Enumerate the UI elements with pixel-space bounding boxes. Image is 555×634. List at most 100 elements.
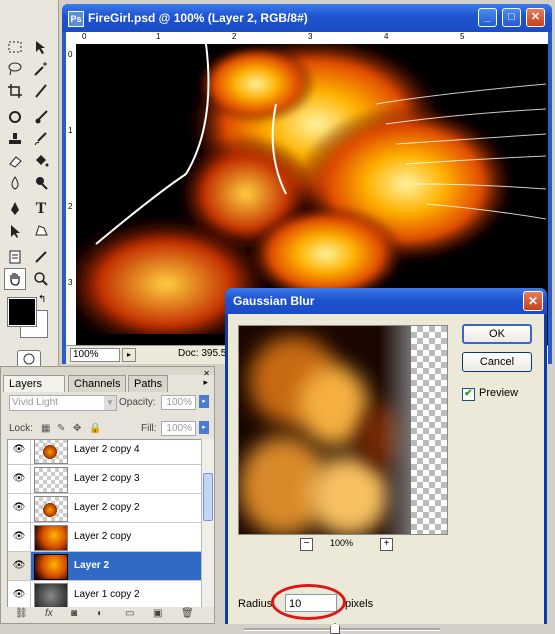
tab-channels[interactable]: Channels xyxy=(68,375,127,392)
maximize-button[interactable]: □ xyxy=(502,8,521,27)
path-selection-icon[interactable] xyxy=(4,220,26,242)
layers-panel: ✕ Layers Channels Paths ▸ Vivid Light ▼ … xyxy=(0,366,215,624)
zoom-level-field[interactable]: 100% xyxy=(70,348,120,362)
ruler-h-label: 5 xyxy=(460,32,465,41)
zoom-tool-icon[interactable] xyxy=(30,268,52,290)
layers-scrollbar[interactable] xyxy=(201,439,214,607)
trash-icon[interactable]: 🗑 xyxy=(181,608,194,619)
eye-icon[interactable]: 👁 xyxy=(11,531,27,543)
fill-slider-button[interactable]: ▸ xyxy=(199,421,209,434)
opacity-slider-button[interactable]: ▸ xyxy=(199,395,209,408)
tab-layers[interactable]: Layers xyxy=(3,375,65,392)
close-document-button[interactable]: ✕ xyxy=(526,8,545,27)
visibility-cell[interactable]: 👁 xyxy=(8,581,31,608)
lock-position-icon[interactable]: ✥ xyxy=(73,423,81,434)
cancel-button[interactable]: Cancel xyxy=(462,352,532,372)
eye-icon[interactable]: 👁 xyxy=(11,502,27,514)
status-menu-icon[interactable]: ▸ xyxy=(122,348,136,362)
hand-tool-icon[interactable] xyxy=(4,268,26,290)
blend-mode-select[interactable]: Vivid Light ▼ xyxy=(9,395,117,411)
visibility-cell[interactable]: 👁 xyxy=(8,523,31,551)
add-mask-icon[interactable]: ◙ xyxy=(71,608,77,619)
ruler-h-label: 2 xyxy=(232,32,237,41)
layer-row-selected[interactable]: 👁 Layer 2 xyxy=(8,552,202,581)
visibility-cell[interactable]: 👁 xyxy=(8,440,31,464)
dialog-titlebar[interactable]: Gaussian Blur ✕ xyxy=(225,288,547,314)
eyedropper-icon[interactable] xyxy=(30,246,52,268)
visibility-cell[interactable]: 👁 xyxy=(8,465,31,493)
lock-image-icon[interactable]: ✎ xyxy=(57,423,65,434)
adjustment-layer-icon[interactable]: ◐ xyxy=(97,608,103,619)
ok-button[interactable]: OK xyxy=(462,324,532,344)
type-tool-icon[interactable]: T xyxy=(30,198,52,220)
move-tool-icon[interactable] xyxy=(30,36,52,58)
custom-shape-icon[interactable] xyxy=(30,220,52,242)
visibility-cell[interactable]: 👁 xyxy=(8,494,31,522)
layer-row[interactable]: 👁 Layer 2 copy 4 xyxy=(8,440,202,465)
document-titlebar[interactable]: Ps FireGirl.psd @ 100% (Layer 2, RGB/8#)… xyxy=(62,4,552,32)
layer-style-icon[interactable]: fx xyxy=(45,608,53,619)
blur-tool-icon[interactable] xyxy=(4,172,26,194)
healing-brush-icon[interactable] xyxy=(4,106,26,128)
layer-thumbnail xyxy=(34,496,68,522)
eye-icon[interactable]: 👁 xyxy=(11,589,27,601)
eraser-tool-icon[interactable] xyxy=(4,150,26,172)
ruler-v-label: 2 xyxy=(68,202,73,211)
layer-name: Layer 2 copy xyxy=(74,531,132,542)
pen-tool-icon[interactable] xyxy=(4,198,26,220)
layer-row[interactable]: 👁 Layer 1 copy 2 xyxy=(8,581,202,608)
gaussian-blur-dialog: Gaussian Blur ✕ − + 100% OK Cancel ✔ Pre… xyxy=(225,288,547,634)
link-layers-icon[interactable]: ⛓ xyxy=(15,608,28,619)
scrollbar-thumb[interactable] xyxy=(203,473,213,521)
fill-label: Fill: xyxy=(141,423,157,434)
minimize-button[interactable]: _ xyxy=(478,8,497,27)
visibility-cell[interactable]: 👁 xyxy=(8,552,31,580)
layer-thumbnail xyxy=(34,440,68,464)
close-dialog-button[interactable]: ✕ xyxy=(523,291,543,311)
opacity-field[interactable]: 100% xyxy=(161,395,196,410)
preview-checkbox[interactable]: ✔ xyxy=(462,388,475,401)
layer-thumbnail xyxy=(34,583,68,608)
swap-colors-icon[interactable]: ↰ xyxy=(38,294,46,305)
layer-row[interactable]: 👁 Layer 2 copy 3 xyxy=(8,465,202,494)
dodge-tool-icon[interactable] xyxy=(30,172,52,194)
ruler-h-label: 1 xyxy=(156,32,161,41)
radius-slider-thumb[interactable] xyxy=(330,623,341,634)
new-group-icon[interactable]: ▭ xyxy=(125,608,134,619)
lock-all-icon[interactable]: 🔒 xyxy=(89,423,101,434)
zoom-in-button[interactable]: + xyxy=(380,538,393,551)
document-title: FireGirl.psd @ 100% (Layer 2, RGB/8#) xyxy=(88,11,308,25)
layer-name: Layer 2 xyxy=(74,560,110,571)
layer-name: Layer 2 copy 3 xyxy=(74,473,140,484)
clone-stamp-icon[interactable] xyxy=(4,128,26,150)
crop-tool-icon[interactable] xyxy=(4,80,26,102)
radius-slider-track[interactable] xyxy=(244,628,440,631)
history-brush-icon[interactable] xyxy=(30,128,52,150)
photoshop-doc-icon: Ps xyxy=(68,11,84,27)
layer-row[interactable]: 👁 Layer 2 copy 2 xyxy=(8,494,202,523)
eye-icon[interactable]: 👁 xyxy=(11,560,27,572)
layer-row[interactable]: 👁 Layer 2 copy xyxy=(8,523,202,552)
document-size-info: Doc: 395.5 xyxy=(178,348,227,359)
red-highlight-circle xyxy=(271,584,346,620)
new-layer-icon[interactable]: ▣ xyxy=(153,608,162,619)
magic-wand-icon[interactable] xyxy=(30,58,52,80)
tab-paths[interactable]: Paths xyxy=(128,375,169,392)
slice-tool-icon[interactable] xyxy=(30,80,52,102)
layer-thumbnail xyxy=(34,467,68,493)
panel-menu-icon[interactable]: ▸ xyxy=(203,377,208,388)
zoom-out-button[interactable]: − xyxy=(300,538,313,551)
lock-transparency-icon[interactable]: ▦ xyxy=(41,423,50,434)
layers-panel-titlebar[interactable] xyxy=(1,367,214,375)
eye-icon[interactable]: 👁 xyxy=(11,444,27,456)
marquee-tool-icon[interactable] xyxy=(4,36,26,58)
foreground-color-front[interactable] xyxy=(7,297,37,327)
blur-preview-pane[interactable] xyxy=(238,325,448,535)
eye-icon[interactable]: 👁 xyxy=(11,473,27,485)
dialog-body: − + 100% OK Cancel ✔ Preview Radius: 10 … xyxy=(228,314,544,634)
fill-field[interactable]: 100% xyxy=(161,421,196,436)
brush-tool-icon[interactable] xyxy=(30,106,52,128)
notes-tool-icon[interactable] xyxy=(4,246,26,268)
lasso-tool-icon[interactable] xyxy=(4,58,26,80)
paint-bucket-icon[interactable] xyxy=(30,150,52,172)
